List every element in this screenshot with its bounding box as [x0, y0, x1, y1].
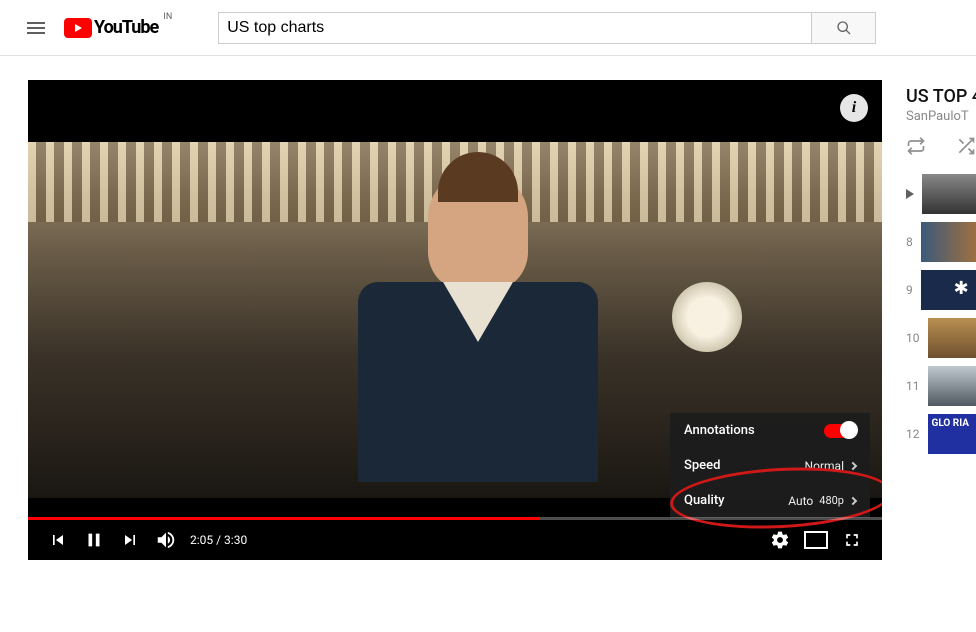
time-current: 2:05 [190, 533, 213, 547]
playlist-thumb [921, 270, 976, 310]
page-header: YouTube IN [0, 0, 976, 56]
region-badge: IN [163, 12, 172, 22]
search-input[interactable] [218, 12, 812, 44]
quality-value-auto: Auto [788, 494, 813, 508]
skip-previous-icon [48, 530, 68, 550]
shuffle-icon[interactable] [956, 136, 976, 156]
playlist-author[interactable]: SanPauloT [906, 109, 976, 124]
settings-menu: Annotations Speed Normal Quality Auto 48… [670, 413, 870, 518]
playlist-thumb [921, 222, 976, 262]
settings-button[interactable] [762, 522, 798, 558]
playlist-index: 12 [906, 427, 920, 441]
playlist-thumb [928, 318, 976, 358]
volume-icon [155, 529, 177, 551]
playlist-index: 8 [906, 235, 913, 249]
playlist-item[interactable]: 11 [906, 366, 976, 406]
hamburger-icon [27, 22, 45, 34]
fullscreen-button[interactable] [834, 522, 870, 558]
skip-next-icon [120, 530, 140, 550]
playlist-item[interactable]: 12 GLO RIA [906, 414, 976, 454]
settings-quality-row[interactable]: Quality Auto 480p [670, 483, 870, 518]
info-card-button[interactable]: i [840, 94, 868, 122]
playlist-items: 8 9 10 11 12 GLO RIA [906, 174, 976, 454]
playlist-index: 11 [906, 379, 920, 393]
progress-fill [28, 517, 540, 520]
playlist-item[interactable]: 8 [906, 222, 976, 262]
playlist-title[interactable]: US TOP 4 [906, 86, 976, 107]
playlist-item[interactable] [906, 174, 976, 214]
playlist-thumb [922, 174, 976, 214]
fullscreen-icon [842, 530, 862, 550]
gear-icon [770, 530, 790, 550]
theater-mode-button[interactable] [798, 522, 834, 558]
playlist-item[interactable]: 9 [906, 270, 976, 310]
annotations-label: Annotations [684, 423, 755, 438]
video-player: i Annotations Speed Normal Quality [28, 80, 882, 560]
playlist-thumb [928, 366, 976, 406]
next-button[interactable] [112, 522, 148, 558]
chevron-right-icon [849, 461, 857, 469]
chevron-right-icon [849, 496, 857, 504]
speed-value: Normal [805, 459, 844, 473]
playlist-item[interactable]: 10 [906, 318, 976, 358]
loop-icon[interactable] [906, 136, 926, 156]
search-icon [836, 20, 852, 36]
progress-bar[interactable] [28, 517, 882, 520]
pause-icon [83, 529, 105, 551]
pause-button[interactable] [76, 522, 112, 558]
speed-label: Speed [684, 458, 720, 473]
quality-label: Quality [684, 493, 725, 508]
time-display: 2:05 / 3:30 [190, 533, 247, 547]
search-form [218, 12, 876, 44]
previous-button[interactable] [40, 522, 76, 558]
search-button[interactable] [812, 12, 876, 44]
logo-text: YouTube [94, 17, 158, 38]
video-viewport[interactable]: i Annotations Speed Normal Quality [28, 80, 882, 560]
playlist-index: 10 [906, 331, 920, 345]
main-content: i Annotations Speed Normal Quality [0, 56, 976, 560]
quality-value-res: 480p [819, 494, 844, 507]
now-playing-icon [906, 189, 914, 199]
hamburger-menu-button[interactable] [16, 8, 56, 48]
time-total: 3:30 [224, 533, 247, 547]
playlist-index: 9 [906, 283, 913, 297]
settings-speed-row[interactable]: Speed Normal [670, 448, 870, 483]
settings-annotations-row[interactable]: Annotations [670, 413, 870, 448]
annotations-toggle[interactable] [824, 424, 856, 438]
volume-button[interactable] [148, 522, 184, 558]
youtube-play-icon [64, 18, 92, 38]
playlist-sidebar: US TOP 4 SanPauloT 8 9 10 1 [906, 80, 976, 560]
theater-icon [804, 531, 828, 549]
player-controls: 2:05 / 3:30 [28, 520, 882, 560]
youtube-logo[interactable]: YouTube IN [64, 17, 158, 38]
playlist-thumb: GLO RIA [928, 414, 976, 454]
